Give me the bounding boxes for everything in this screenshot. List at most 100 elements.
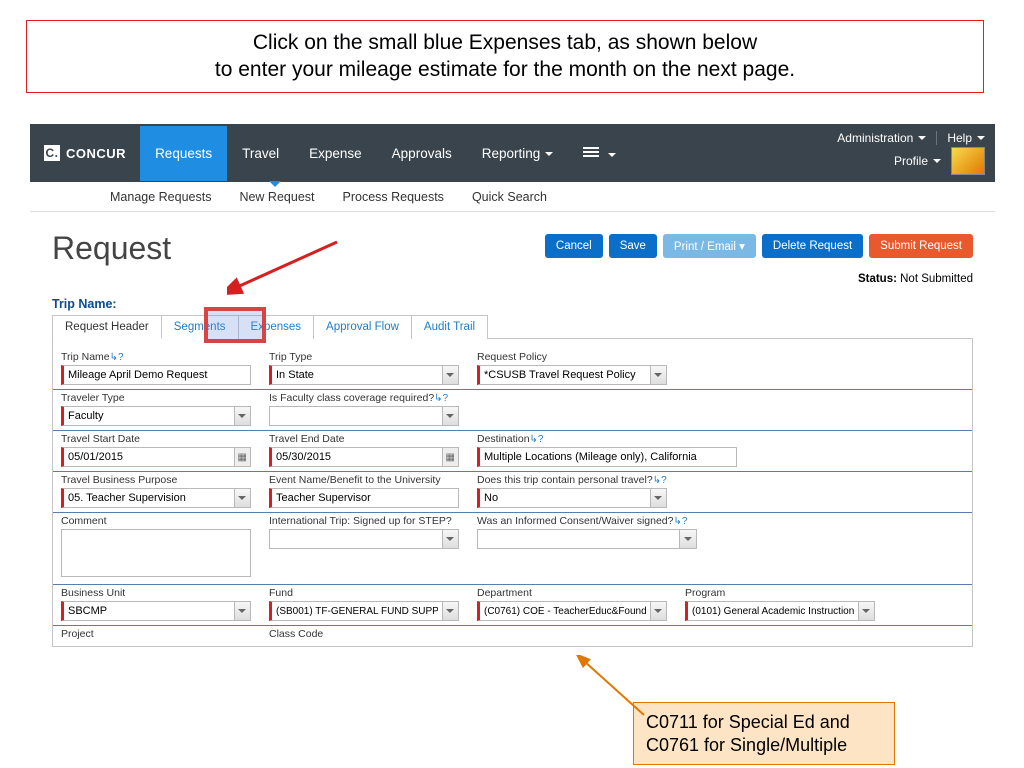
- business-unit-select[interactable]: [61, 601, 251, 621]
- nav-expense[interactable]: Expense: [294, 126, 377, 181]
- calendar-icon[interactable]: ▦: [234, 448, 250, 466]
- nav-help[interactable]: Help: [947, 131, 985, 145]
- sub-nav-bar: Manage Requests New Request Process Requ…: [30, 182, 995, 212]
- request-header-form: Trip Name↳? Trip Type Request Policy Tra…: [52, 339, 973, 647]
- subnav-quick-search[interactable]: Quick Search: [472, 182, 547, 212]
- comment-textarea[interactable]: [61, 529, 251, 577]
- chevron-down-icon[interactable]: [442, 407, 458, 425]
- purpose-select[interactable]: [61, 488, 251, 508]
- label-purpose: Travel Business Purpose: [61, 474, 251, 486]
- label-destination: Destination↳?: [477, 433, 737, 445]
- label-event-name: Event Name/Benefit to the University: [269, 474, 459, 486]
- nav-reporting[interactable]: Reporting: [467, 126, 569, 181]
- status-line: Status: Not Submitted: [52, 273, 973, 285]
- hamburger-icon: [583, 145, 599, 159]
- traveler-type-select[interactable]: [61, 406, 251, 426]
- label-trip-type: Trip Type: [269, 351, 459, 363]
- chevron-down-icon[interactable]: [650, 602, 666, 620]
- brand-logo[interactable]: C. CONCUR: [30, 145, 140, 161]
- calendar-icon[interactable]: ▦: [442, 448, 458, 466]
- consent-select[interactable]: [477, 529, 697, 549]
- action-buttons: Cancel Save Print / Email ▾ Delete Reque…: [545, 234, 973, 258]
- logo-icon: C.: [44, 145, 60, 161]
- profile-avatar[interactable]: [951, 147, 985, 175]
- page-title: Request: [52, 230, 171, 266]
- trip-name-input[interactable]: [61, 365, 251, 385]
- chevron-down-icon[interactable]: [442, 366, 458, 384]
- chevron-down-icon[interactable]: [650, 489, 666, 507]
- help-icon[interactable]: ↳?: [653, 475, 667, 486]
- nav-travel[interactable]: Travel: [227, 126, 294, 181]
- tab-expenses[interactable]: Expenses: [239, 315, 315, 339]
- destination-input[interactable]: [477, 447, 737, 467]
- callout-line1: C0711 for Special Ed and: [646, 711, 882, 734]
- trip-name-label: Trip Name:: [52, 297, 973, 311]
- chevron-down-icon[interactable]: [234, 602, 250, 620]
- start-date-input[interactable]: ▦: [61, 447, 251, 467]
- submit-request-button[interactable]: Submit Request: [869, 234, 973, 258]
- nav-more-menu[interactable]: [568, 125, 631, 182]
- chevron-down-icon[interactable]: [234, 407, 250, 425]
- subnav-process-requests[interactable]: Process Requests: [343, 182, 444, 212]
- top-nav-right: Administration Help Profile: [837, 124, 985, 182]
- help-icon[interactable]: ↳?: [434, 393, 448, 404]
- faculty-coverage-select[interactable]: [269, 406, 459, 426]
- label-consent: Was an Informed Consent/Waiver signed?↳?: [477, 515, 697, 527]
- trip-type-select[interactable]: [269, 365, 459, 385]
- nav-requests[interactable]: Requests: [140, 126, 227, 181]
- label-step: International Trip: Signed up for STEP?: [269, 515, 459, 527]
- chevron-down-icon[interactable]: [234, 489, 250, 507]
- tab-approval-flow[interactable]: Approval Flow: [314, 315, 412, 339]
- chevron-down-icon[interactable]: [679, 530, 696, 548]
- label-program: Program: [685, 587, 875, 599]
- delete-request-button[interactable]: Delete Request: [762, 234, 863, 258]
- label-comment: Comment: [61, 515, 251, 527]
- step-select[interactable]: [269, 529, 459, 549]
- end-date-input[interactable]: ▦: [269, 447, 459, 467]
- nav-approvals[interactable]: Approvals: [377, 126, 467, 181]
- event-name-input[interactable]: [269, 488, 459, 508]
- nav-administration[interactable]: Administration: [837, 131, 926, 145]
- department-select[interactable]: [477, 601, 667, 621]
- request-policy-select[interactable]: [477, 365, 667, 385]
- department-callout: C0711 for Special Ed and C0761 for Singl…: [633, 702, 895, 765]
- nav-profile[interactable]: Profile: [894, 154, 941, 168]
- nav-divider: [936, 131, 937, 145]
- label-traveler-type: Traveler Type: [61, 392, 251, 404]
- help-icon[interactable]: ↳?: [110, 352, 124, 363]
- chevron-down-icon[interactable]: [650, 366, 666, 384]
- help-icon[interactable]: ↳?: [530, 434, 544, 445]
- chevron-down-icon[interactable]: [442, 530, 458, 548]
- tab-segments[interactable]: Segments: [162, 315, 239, 339]
- subnav-manage-requests[interactable]: Manage Requests: [110, 182, 211, 212]
- save-button[interactable]: Save: [609, 234, 657, 258]
- chevron-down-icon[interactable]: [442, 602, 458, 620]
- active-tab-pointer: [269, 181, 281, 193]
- cancel-button[interactable]: Cancel: [545, 234, 603, 258]
- status-label: Status:: [858, 273, 897, 285]
- content-area: Request Cancel Save Print / Email ▾ Dele…: [30, 212, 995, 647]
- label-end-date: Travel End Date: [269, 433, 459, 445]
- label-personal-travel: Does this trip contain personal travel?↳…: [477, 474, 667, 486]
- personal-travel-select[interactable]: [477, 488, 667, 508]
- brand-text: CONCUR: [66, 146, 126, 161]
- status-value: Not Submitted: [900, 273, 973, 285]
- help-icon[interactable]: ↳?: [673, 516, 687, 527]
- chevron-down-icon[interactable]: [858, 602, 874, 620]
- print-email-button[interactable]: Print / Email ▾: [663, 234, 756, 258]
- label-trip-name: Trip Name↳?: [61, 351, 251, 363]
- program-select[interactable]: [685, 601, 875, 621]
- label-class-code: Class Code: [269, 628, 459, 640]
- tab-request-header[interactable]: Request Header: [52, 315, 162, 339]
- label-project: Project: [61, 628, 251, 640]
- label-faculty-coverage: Is Faculty class coverage required?↳?: [269, 392, 459, 404]
- instruction-line1: Click on the small blue Expenses tab, as…: [47, 29, 963, 56]
- tab-audit-trail[interactable]: Audit Trail: [412, 315, 488, 339]
- app-window: C. CONCUR Requests Travel Expense Approv…: [30, 124, 995, 647]
- instruction-callout: Click on the small blue Expenses tab, as…: [26, 20, 984, 93]
- label-business-unit: Business Unit: [61, 587, 251, 599]
- top-nav-bar: C. CONCUR Requests Travel Expense Approv…: [30, 124, 995, 182]
- fund-select[interactable]: [269, 601, 459, 621]
- label-request-policy: Request Policy: [477, 351, 667, 363]
- label-fund: Fund: [269, 587, 459, 599]
